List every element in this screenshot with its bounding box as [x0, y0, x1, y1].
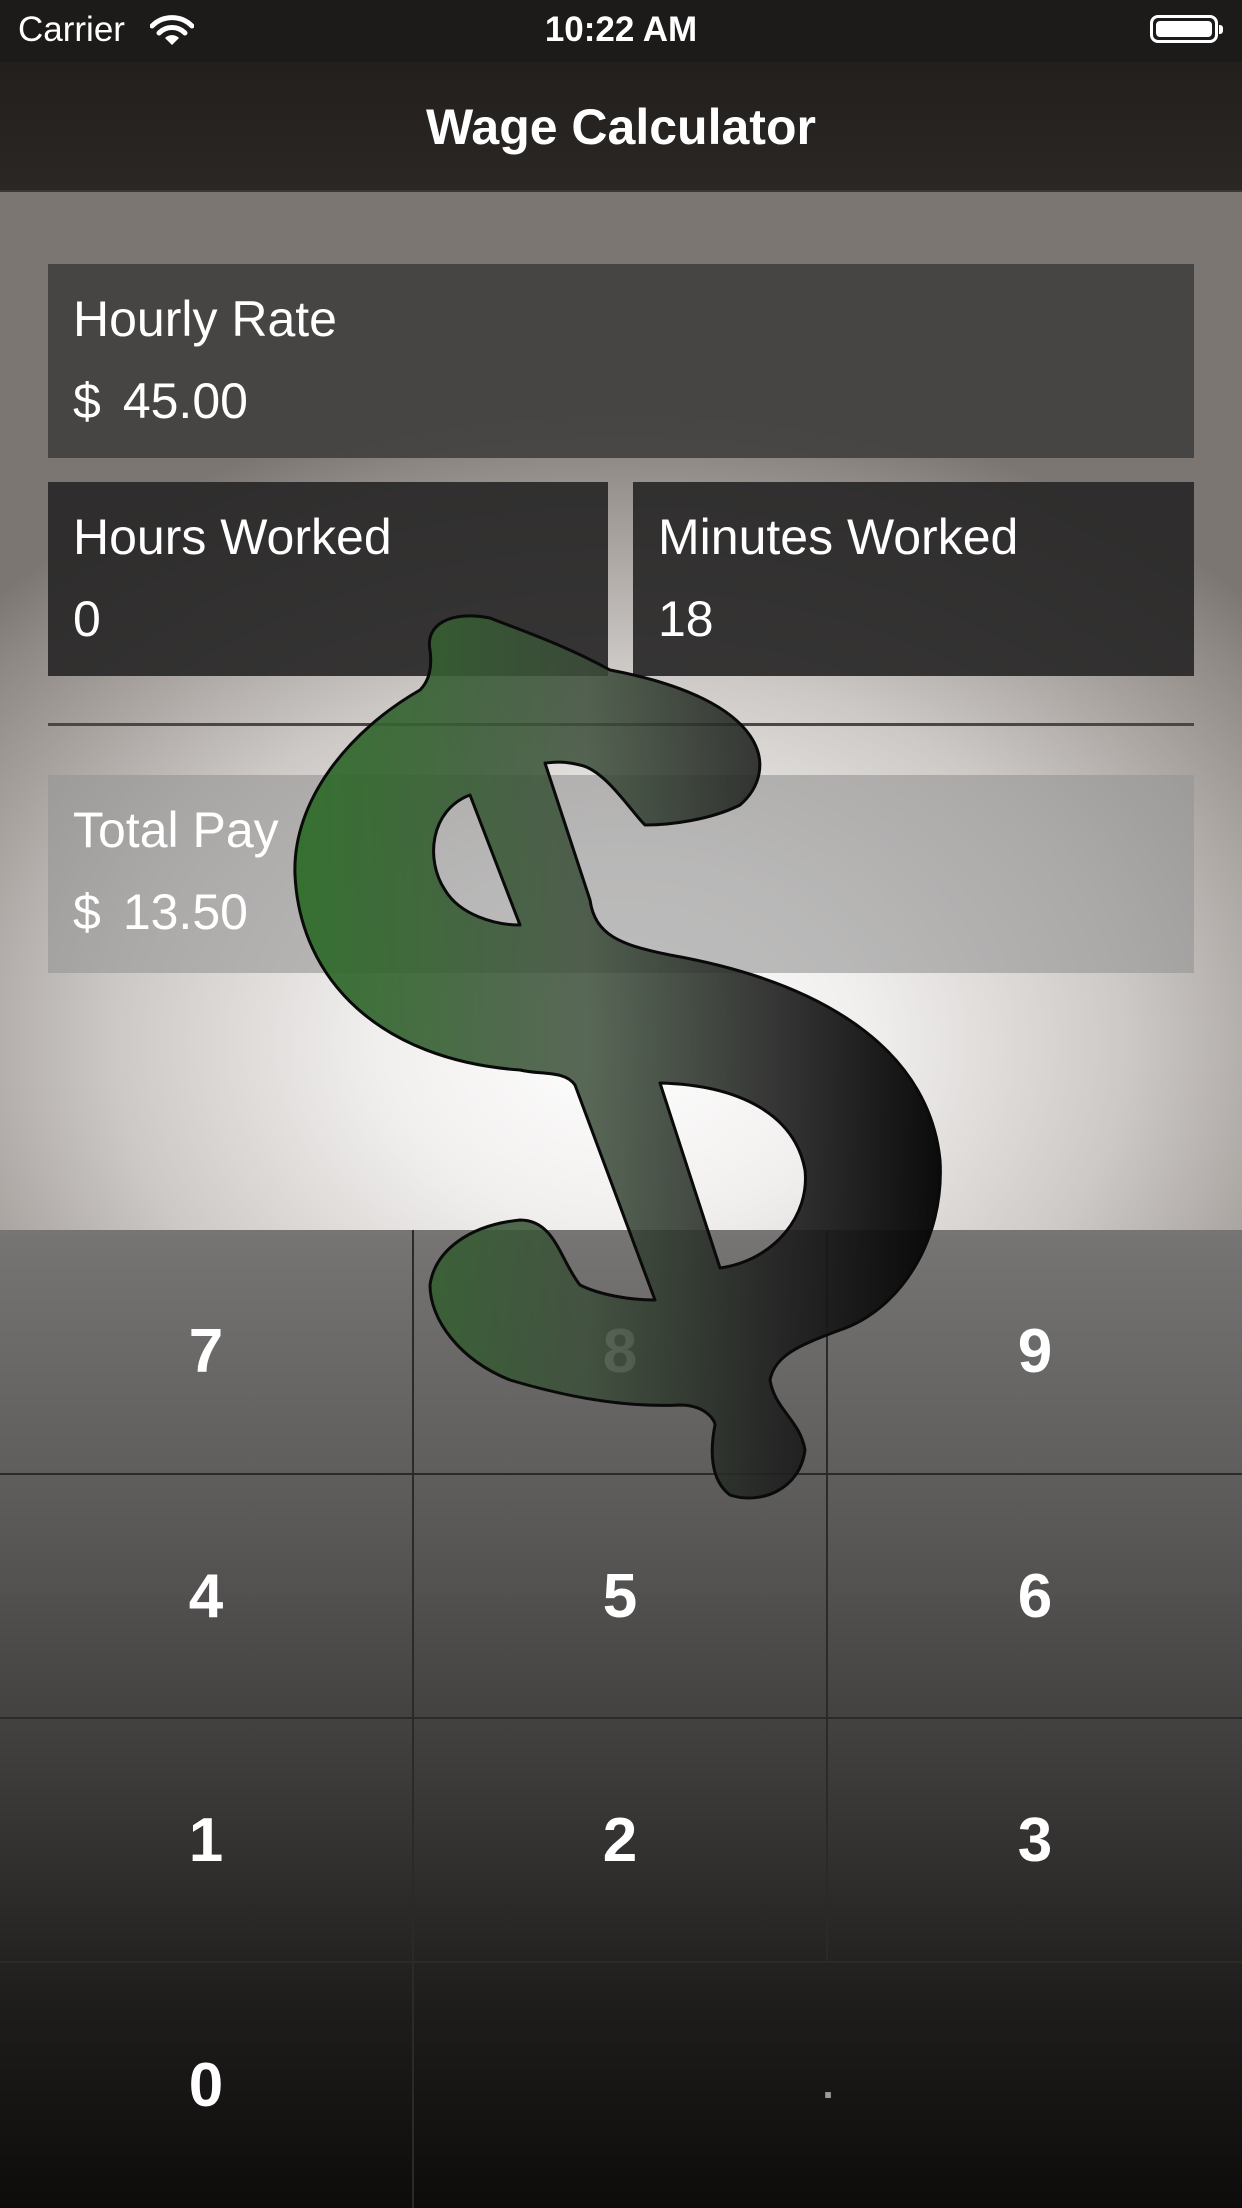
key-2[interactable]: 2: [414, 1719, 828, 1963]
status-bar: Carrier 10:22 AM: [0, 0, 1242, 62]
key-5[interactable]: 5: [414, 1475, 828, 1719]
hours-worked-input[interactable]: 0: [73, 590, 101, 648]
divider: [48, 723, 1194, 726]
key-6[interactable]: 6: [828, 1475, 1242, 1719]
minutes-worked-field[interactable]: Minutes Worked 18: [633, 482, 1194, 676]
currency-symbol: $: [73, 373, 101, 429]
status-time: 10:22 AM: [544, 10, 698, 49]
total-pay-amount: 13.50: [122, 884, 248, 940]
hourly-rate-value: $45.00: [73, 372, 248, 430]
key-9[interactable]: 9: [828, 1230, 1242, 1475]
minutes-worked-input[interactable]: 18: [658, 590, 714, 648]
key-0[interactable]: 0: [0, 1963, 414, 2208]
key-7[interactable]: 7: [0, 1230, 414, 1475]
key-4[interactable]: 4: [0, 1475, 414, 1719]
hours-worked-field[interactable]: Hours Worked 0: [48, 482, 608, 676]
key-8[interactable]: 8: [414, 1230, 828, 1475]
total-pay-field: Total Pay $13.50: [48, 775, 1194, 973]
key-decimal[interactable]: .: [414, 1963, 1242, 2208]
total-pay-value: $13.50: [73, 883, 248, 941]
currency-symbol: $: [73, 884, 101, 940]
total-pay-label: Total Pay: [73, 802, 279, 858]
navigation-bar: Wage Calculator: [0, 62, 1242, 192]
page-title: Wage Calculator: [426, 99, 816, 155]
battery-icon: [1150, 15, 1223, 43]
hourly-rate-field[interactable]: Hourly Rate $45.00: [48, 264, 1194, 458]
hourly-rate-label: Hourly Rate: [73, 291, 337, 347]
minutes-worked-label: Minutes Worked: [658, 509, 1019, 565]
key-3[interactable]: 3: [828, 1719, 1242, 1963]
key-1[interactable]: 1: [0, 1719, 414, 1963]
hourly-rate-input[interactable]: 45.00: [123, 373, 248, 429]
calculator-form: Hourly Rate $45.00 Hours Worked 0 Minute…: [0, 190, 1242, 1230]
number-keypad: 7 8 9 4 5 6 1 2 3 0 .: [0, 1230, 1242, 2208]
hours-worked-label: Hours Worked: [73, 509, 392, 565]
